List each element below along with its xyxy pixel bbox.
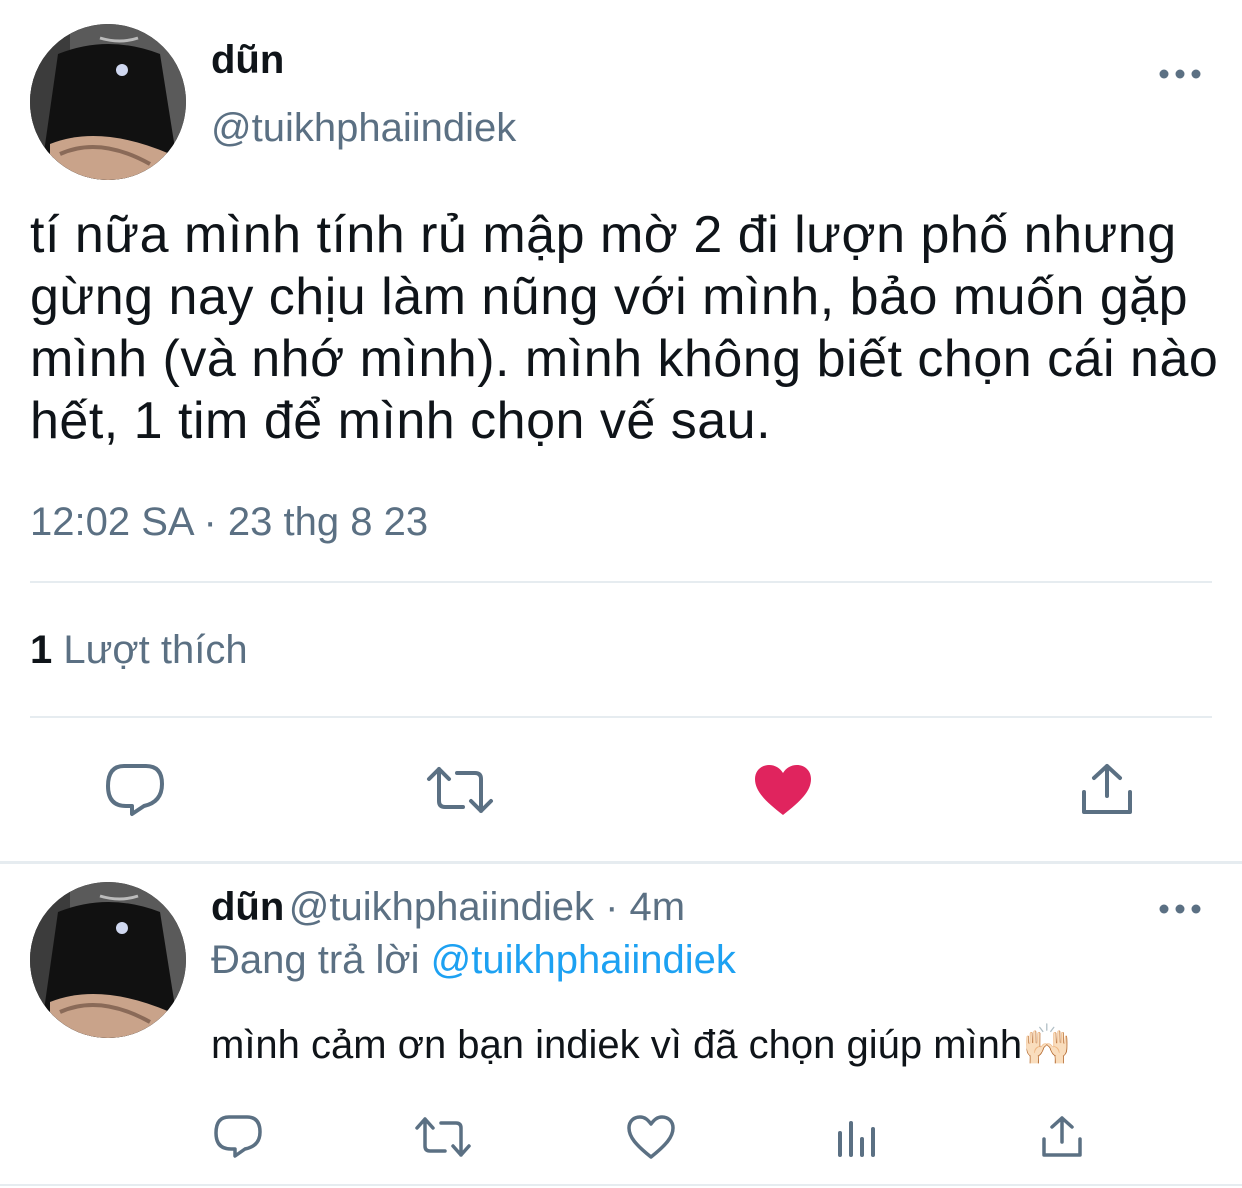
reply-icon[interactable] <box>213 1114 263 1160</box>
more-icon[interactable] <box>1158 899 1202 919</box>
replying-to-label: Đang trả lời <box>211 938 420 982</box>
reply-header: dũn @tuikhphaiindiek · 4m <box>211 885 685 930</box>
heart-icon[interactable] <box>626 1114 676 1160</box>
reply-text: mình cảm ơn bạn indiek vì đã chọn giúp m… <box>211 1023 1023 1067</box>
avatar-image <box>30 882 186 1038</box>
timestamp[interactable]: 12:02 SA · 23 thg 8 23 <box>30 500 428 545</box>
likes-label: Lượt thích <box>63 628 248 672</box>
analytics-icon[interactable] <box>836 1115 880 1159</box>
handle[interactable]: @tuikhphaiindiek <box>211 106 516 151</box>
reply-text-container: mình cảm ơn bạn indiek vì đã chọn giúp m… <box>211 1021 1072 1068</box>
more-icon[interactable] <box>1158 64 1202 84</box>
tweet-text: tí nữa mình tính rủ mập mờ 2 đi lượn phố… <box>30 206 1219 450</box>
avatar[interactable] <box>30 882 186 1038</box>
divider <box>0 861 1242 864</box>
likes-count: 1 <box>30 628 53 672</box>
heart-filled-icon[interactable] <box>753 763 813 817</box>
display-name[interactable]: dũn <box>211 38 284 83</box>
avatar-image <box>30 24 186 180</box>
share-icon[interactable] <box>1080 762 1134 818</box>
share-icon[interactable] <box>1040 1114 1084 1160</box>
divider <box>30 581 1212 583</box>
raised-hands-emoji: 🙌🏻 <box>1022 1023 1072 1067</box>
display-name[interactable]: dũn <box>211 885 284 929</box>
retweet-icon[interactable] <box>414 1116 472 1158</box>
replying-to: Đang trả lời @tuikhphaiindiek <box>211 938 736 983</box>
likes-summary[interactable]: 1 Lượt thích <box>30 628 248 673</box>
reply-icon[interactable] <box>104 762 166 818</box>
divider <box>30 716 1212 718</box>
handle-and-time[interactable]: @tuikhphaiindiek · 4m <box>289 885 685 929</box>
mention-link[interactable]: @tuikhphaiindiek <box>431 938 736 982</box>
divider <box>0 1184 1242 1186</box>
retweet-icon[interactable] <box>425 765 495 815</box>
avatar[interactable] <box>30 24 186 180</box>
